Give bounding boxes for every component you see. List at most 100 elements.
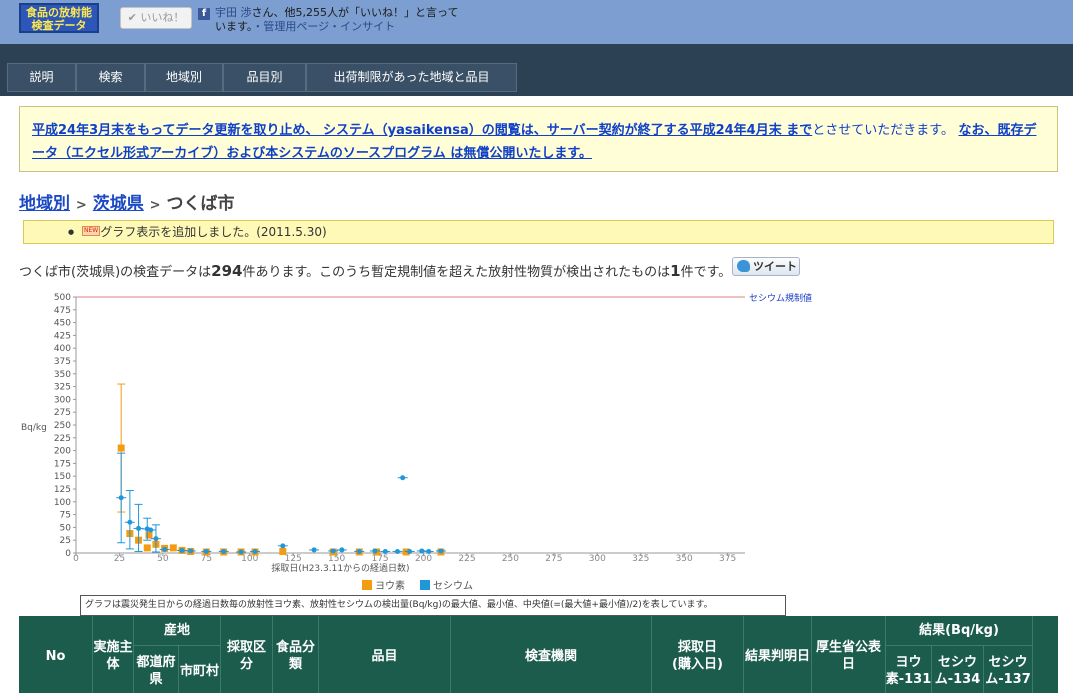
cesium-point xyxy=(188,548,194,554)
nav-item-restricted[interactable]: 出荷制限があった地域と品目 xyxy=(306,63,517,92)
x-tick-label: 375 xyxy=(719,554,736,564)
new-badge-icon: NEW xyxy=(82,226,101,236)
legend-swatch-cesium xyxy=(420,580,430,590)
y-tick-label: 300 xyxy=(54,395,71,405)
nav-item-description[interactable]: 説明 xyxy=(7,63,76,92)
breadcrumb-region[interactable]: 地域別 xyxy=(19,194,70,214)
nav-item-by-item[interactable]: 品目別 xyxy=(223,63,306,92)
cesium-point xyxy=(203,548,209,554)
cesium-point xyxy=(382,548,388,554)
y-tick-label: 400 xyxy=(54,344,71,354)
x-axis-label: 採取日(H23.3.11からの経過日数) xyxy=(271,562,409,574)
breadcrumb-current: つくば市 xyxy=(166,194,235,214)
x-tick-label: 225 xyxy=(458,554,475,564)
col-cs134[interactable]: セシウム-134 xyxy=(932,646,984,693)
x-tick-label: 200 xyxy=(415,554,432,564)
col-iodine131[interactable]: ヨウ素-131 xyxy=(886,646,932,693)
col-result: 結果(Bq/kg) xyxy=(886,616,1033,646)
notice-link-start[interactable]: な xyxy=(958,123,971,138)
y-tick-label: 100 xyxy=(54,498,71,508)
x-tick-label: 300 xyxy=(589,554,606,564)
y-tick-label: 500 xyxy=(54,293,71,303)
exceed-count: 1 xyxy=(670,262,681,280)
col-cs137[interactable]: セシウム-137 xyxy=(984,646,1033,693)
chart-legend: ヨウ素 セシウム xyxy=(362,579,473,592)
nav-item-by-region[interactable]: 地域別 xyxy=(145,63,223,92)
x-tick-label: 75 xyxy=(201,554,212,564)
y-tick-label: 200 xyxy=(54,447,71,457)
col-city[interactable]: 市町村 xyxy=(179,646,221,693)
col-sampling-category[interactable]: 採取区分 xyxy=(221,616,273,693)
col-food-category[interactable]: 食品分類 xyxy=(273,616,319,693)
cesium-point xyxy=(118,495,124,501)
service-notice: 平成24年3月末をもってデータ更新を取り止め、 システム（yasaikensa）… xyxy=(19,106,1058,172)
admin-links[interactable]: ・管理用ページ・インサイト xyxy=(252,20,395,33)
chart-caption: グラフは震災発生日からの経過日数毎の放射性ヨウ素、放射性セシウムの検出量(Bq/… xyxy=(80,595,786,616)
breadcrumb-prefecture[interactable]: 茨城県 xyxy=(93,194,144,214)
iodine-point xyxy=(117,444,125,452)
col-result-date[interactable]: 結果判明日 xyxy=(744,616,812,693)
x-tick-label: 250 xyxy=(502,554,519,564)
x-tick-label: 150 xyxy=(328,554,345,564)
like-text-line2: います。 xyxy=(215,20,253,33)
col-sample-date[interactable]: 採取日 (購入日) xyxy=(652,616,744,693)
y-tick-label: 450 xyxy=(54,319,71,329)
cesium-point xyxy=(426,548,432,554)
cesium-point xyxy=(238,549,244,555)
legend-swatch-iodine xyxy=(362,580,372,590)
nav-item-search[interactable]: 検索 xyxy=(76,63,145,92)
cesium-point xyxy=(438,548,444,554)
legend-label-iodine: ヨウ素 xyxy=(375,579,405,592)
results-table-header: No 実施主体 産地 都道府県 市町村 採取区分 食品分類 品目 検査機関 採取… xyxy=(19,616,1058,693)
breadcrumb-separator: > xyxy=(75,198,87,213)
col-mhlw-date[interactable]: 厚生省公表日 xyxy=(812,616,886,693)
x-tick-label: 100 xyxy=(241,554,258,564)
col-implementer[interactable]: 実施主体 xyxy=(93,616,134,693)
bullet-icon: ● xyxy=(68,228,75,236)
col-lab[interactable]: 検査機関 xyxy=(451,616,652,693)
y-tick-label: 125 xyxy=(54,485,71,495)
main-nav: 説明 検索 地域別 品目別 出荷制限があった地域と品目 xyxy=(0,44,1073,96)
news-text: グラフ表示を追加しました。(2011.5.30) xyxy=(100,225,327,239)
radiation-chart: 0255075100125150175200225250275300325350… xyxy=(21,292,812,592)
x-tick-label: 0 xyxy=(73,554,79,564)
cesium-limit-label: セシウム規制値 xyxy=(749,292,812,304)
col-no[interactable]: No xyxy=(19,616,93,693)
notice-link-end-of-service[interactable]: 平成24年3月末をもってデータ更新を取り止め、 システム（yasaikensa）… xyxy=(32,123,812,138)
y-tick-label: 350 xyxy=(54,370,71,380)
y-tick-label: 0 xyxy=(65,549,71,559)
like-button[interactable]: ✔ いいね！ xyxy=(120,7,192,29)
site-logo[interactable]: 食品の放射能 検査データ xyxy=(19,3,99,33)
y-tick-label: 250 xyxy=(54,421,71,431)
iodine-point xyxy=(143,544,151,552)
friend-name-link[interactable]: 宇田 渉 xyxy=(215,6,252,19)
cesium-point xyxy=(407,548,413,554)
y-tick-label: 150 xyxy=(54,472,71,482)
top-bar: 食品の放射能 検査データ ✔ いいね！ f 宇田 渉さん、他5,255人が「いい… xyxy=(0,0,1073,44)
cesium-point xyxy=(280,543,286,549)
x-tick-label: 175 xyxy=(371,554,388,564)
logo-line2: 検査データ xyxy=(31,19,87,32)
y-tick-label: 275 xyxy=(54,408,71,418)
col-prefecture[interactable]: 都道府県 xyxy=(134,646,179,693)
x-tick-label: 325 xyxy=(632,554,649,564)
cesium-point xyxy=(356,548,362,554)
tweet-button[interactable]: ツイート xyxy=(732,257,800,276)
y-tick-label: 475 xyxy=(54,306,71,316)
cesium-point xyxy=(311,547,317,553)
y-tick-label: 225 xyxy=(54,434,71,444)
summary-text: つくば市(茨城県)の検査データは xyxy=(19,265,212,280)
legend-label-cesium: セシウム xyxy=(433,580,473,592)
cesium-point xyxy=(136,525,142,531)
twitter-bird-icon xyxy=(737,260,750,272)
cesium-point xyxy=(330,548,336,554)
cesium-point xyxy=(127,519,133,525)
y-tick-label: 325 xyxy=(54,383,71,393)
cesium-point xyxy=(162,546,168,552)
summary-text: 件です。 xyxy=(680,265,732,280)
y-tick-label: 50 xyxy=(60,523,72,533)
col-item[interactable]: 品目 xyxy=(319,616,451,693)
cesium-point xyxy=(372,548,378,554)
y-axis-label: Bq/kg xyxy=(21,423,47,433)
notice-text: とさせていただきます。 xyxy=(812,123,954,138)
